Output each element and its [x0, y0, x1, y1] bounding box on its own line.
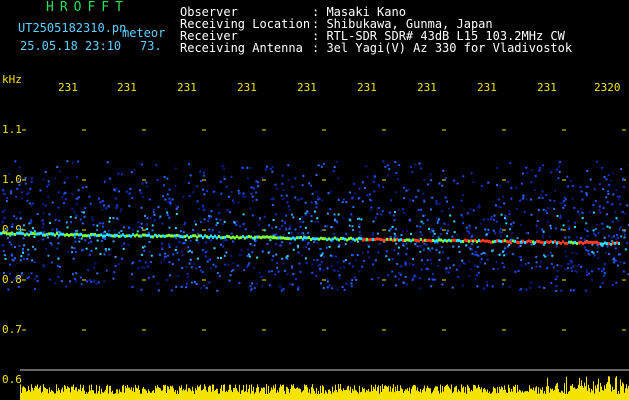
- x-tick: 2320: [594, 81, 621, 94]
- antenna-label: Receiving Antenna: [180, 41, 303, 55]
- x-tick: 231: [477, 81, 497, 94]
- unit-label: kHz: [2, 73, 22, 86]
- x-tick: 231: [537, 81, 557, 94]
- x-tick: 231: [297, 81, 317, 94]
- type-label: meteor: [122, 26, 166, 40]
- noise-field: [0, 160, 629, 292]
- brand-title: HROFFT: [46, 0, 129, 15]
- antenna-value: : 3el Yagi(V) Az 330 for Vladivostok: [312, 41, 573, 55]
- x-tick: 231: [417, 81, 437, 94]
- tick-marks: [22, 129, 626, 331]
- spectrogram: [0, 129, 629, 400]
- count-label: 73.: [140, 39, 162, 53]
- datetime-label: 25.05.18 23:10: [20, 39, 122, 53]
- baseline-bars: [20, 369, 629, 400]
- filename-label: UT2505182310.pn: [18, 21, 127, 35]
- x-tick: 231: [117, 81, 137, 94]
- x-tick: 231: [177, 81, 197, 94]
- x-tick: 231: [237, 81, 257, 94]
- x-tick: 231: [357, 81, 377, 94]
- x-tick: 231: [58, 81, 78, 94]
